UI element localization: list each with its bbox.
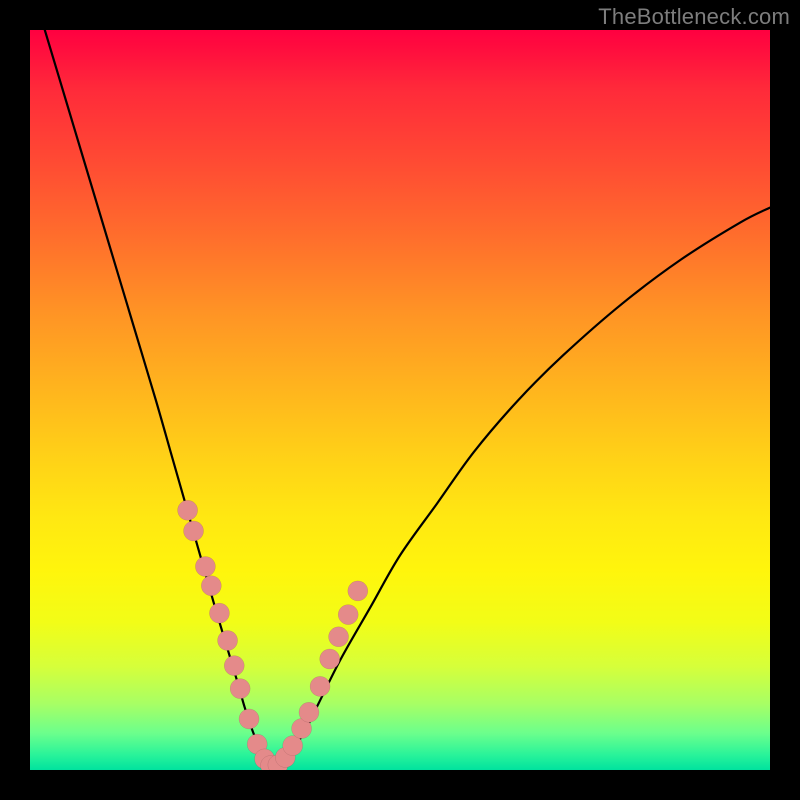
- marker-dot: [178, 500, 198, 520]
- plot-area: [30, 30, 770, 770]
- marker-dot: [201, 576, 221, 596]
- marker-dot: [329, 627, 349, 647]
- marker-dots: [178, 500, 368, 770]
- marker-dot: [209, 603, 229, 623]
- marker-dot: [195, 557, 215, 577]
- marker-dot: [338, 605, 358, 625]
- marker-dot: [230, 679, 250, 699]
- watermark-text: TheBottleneck.com: [598, 4, 790, 30]
- marker-dot: [348, 581, 368, 601]
- marker-dot: [299, 702, 319, 722]
- v-curve: [45, 30, 770, 766]
- marker-dot: [224, 656, 244, 676]
- marker-dot: [218, 631, 238, 651]
- marker-dot: [320, 649, 340, 669]
- marker-dot: [310, 676, 330, 696]
- marker-dot: [184, 521, 204, 541]
- chart-svg: [30, 30, 770, 770]
- chart-frame: TheBottleneck.com: [0, 0, 800, 800]
- marker-dot: [239, 709, 259, 729]
